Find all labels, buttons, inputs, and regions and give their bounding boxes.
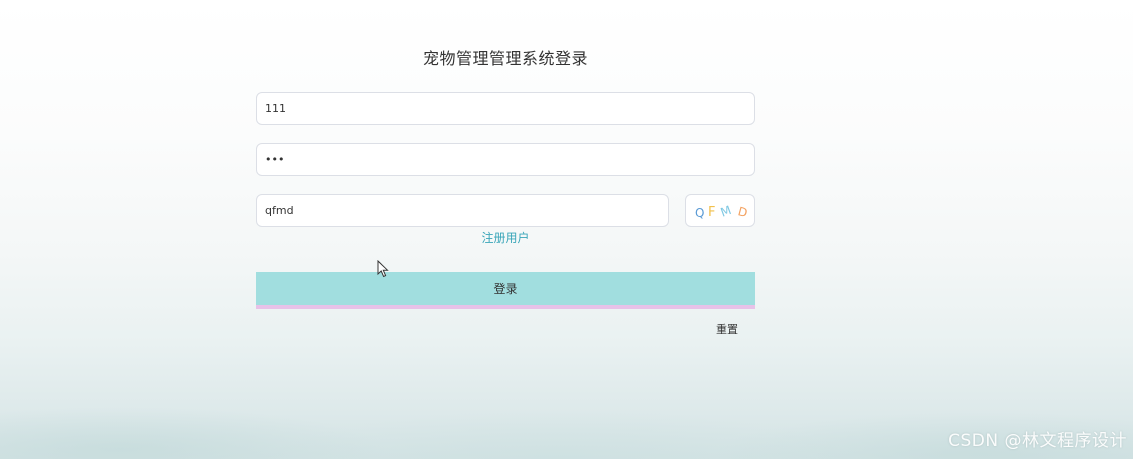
register-link[interactable]: 注册用户	[256, 229, 755, 246]
captcha-char-q: Q	[695, 206, 704, 220]
captcha-input[interactable]	[256, 194, 669, 227]
captcha-char-d: D	[736, 204, 749, 220]
password-input[interactable]	[256, 143, 755, 176]
watermark-text: CSDN @林文程序设计	[948, 431, 1127, 451]
captcha-glyphs: Q F M D	[695, 203, 749, 220]
login-button[interactable]: 登录	[256, 272, 755, 309]
captcha-char-f: F	[708, 205, 715, 220]
reset-button[interactable]: 重置	[716, 321, 738, 337]
captcha-image[interactable]: Q F M D	[685, 194, 755, 227]
username-input[interactable]	[256, 92, 755, 125]
captcha-char-m: M	[719, 203, 734, 220]
page-title: 宠物管理管理系统登录	[422, 49, 588, 68]
mouse-pointer-icon	[377, 260, 389, 278]
